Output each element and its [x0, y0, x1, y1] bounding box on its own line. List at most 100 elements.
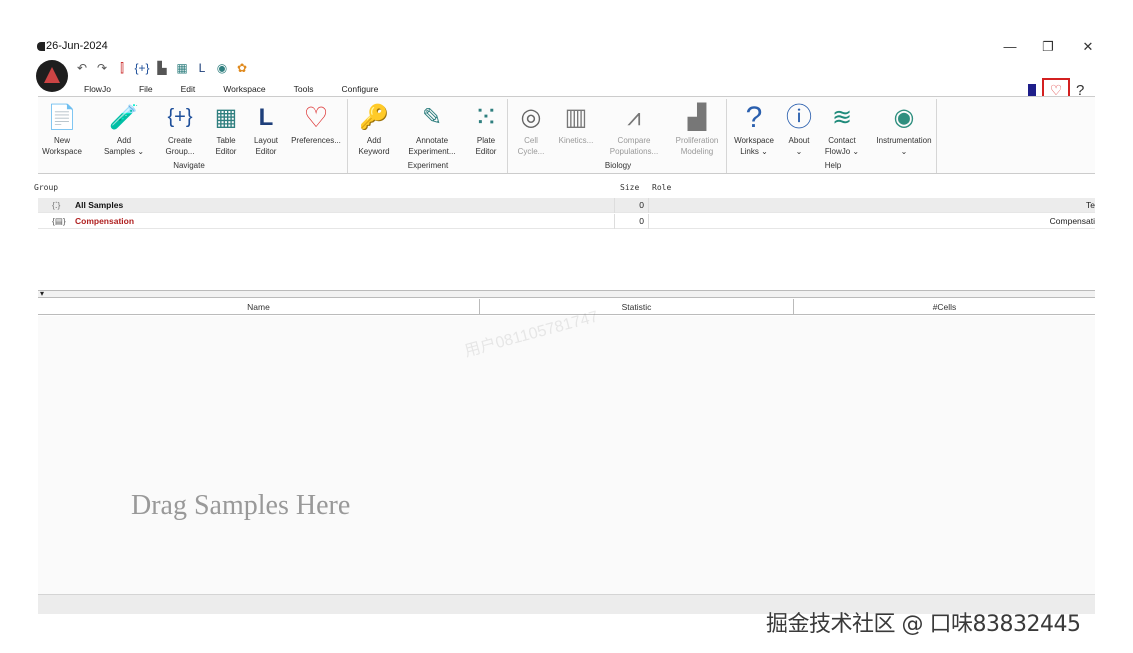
create-group-icon: {+}: [167, 105, 193, 128]
drag-samples-hint: Drag Samples Here: [131, 490, 351, 521]
key-icon: 🔑: [359, 103, 389, 131]
column-cells[interactable]: #Cells: [794, 299, 1095, 315]
undo-icon[interactable]: ↶: [74, 60, 90, 76]
group-separator: [507, 99, 508, 173]
button-label: Create: [167, 136, 192, 145]
new-workspace-button[interactable]: 📄 New Workspace: [38, 101, 86, 157]
create-group-icon[interactable]: {+}: [134, 60, 150, 76]
create-group-button[interactable]: {+} Create Group...: [158, 101, 202, 157]
pen-icon: ✎: [421, 103, 443, 131]
title-bar: 26-Jun-2024 — ❐ ✕: [0, 36, 1133, 56]
samples-table-header: Group Size Role: [34, 180, 1095, 195]
group-label-biology: Biology: [604, 161, 632, 170]
column-statistic[interactable]: Statistic: [480, 299, 794, 315]
column-role[interactable]: Role: [652, 183, 671, 192]
layout-editor-icon: L: [258, 103, 274, 131]
add-samples-icon: 🧪: [109, 103, 139, 131]
ribbon-toolbar: 📄 New Workspace 🧪 Add Samples ⌄ {+} Crea…: [38, 96, 1095, 174]
contact-icon: ≋: [831, 103, 853, 131]
button-label: ⌄: [795, 147, 803, 156]
layout-icon[interactable]: L: [194, 60, 210, 76]
button-label: Links ⌄: [740, 147, 768, 156]
question-icon: ?: [745, 100, 763, 134]
group-row-compensation[interactable]: {▤} Compensation 0 Compensati: [38, 214, 1095, 229]
new-workspace-icon: 📄: [47, 103, 77, 131]
button-label: New: [53, 136, 70, 145]
window-title: 26-Jun-2024: [46, 40, 108, 52]
redo-icon[interactable]: ↷: [94, 60, 110, 76]
menu-file[interactable]: File: [125, 82, 167, 96]
button-label: Experiment...: [408, 147, 456, 156]
group-name: Compensation: [75, 216, 135, 226]
group-label-help: Help: [824, 161, 842, 170]
minimize-button[interactable]: —: [1000, 38, 1020, 56]
layout-editor-button[interactable]: L Layout Editor: [248, 101, 284, 157]
table-editor-icon: ▦: [214, 103, 238, 131]
button-label: Workspace: [734, 136, 774, 145]
workspace-links-button[interactable]: ? Workspace Links ⌄: [730, 101, 778, 157]
group-label-experiment: Experiment: [407, 161, 449, 170]
menu-flowjo[interactable]: FlowJo: [70, 82, 125, 96]
heart-icon: ♡: [303, 101, 329, 133]
compare-populations-button[interactable]: ⩘ Compare Populations...: [604, 101, 664, 157]
proliferation-modeling-button[interactable]: ▟ Proliferation Modeling: [670, 101, 724, 157]
sample-drop-area[interactable]: Drag Samples Here: [38, 316, 1095, 594]
button-label: Contact: [828, 136, 856, 145]
button-label: Editor: [255, 147, 277, 156]
column-name[interactable]: Name: [38, 299, 480, 315]
button-label: Editor: [215, 147, 237, 156]
button-label: Instrumentation: [876, 136, 932, 145]
info-icon: ⓘ: [785, 101, 812, 132]
column-group[interactable]: Group: [34, 183, 58, 192]
group-size: 0: [614, 214, 648, 229]
instrumentation-button[interactable]: ◉ Instrumentation ⌄: [872, 101, 936, 157]
group-icon: {▤}: [52, 216, 66, 226]
button-label: Kinetics...: [558, 136, 594, 145]
table-icon[interactable]: ▦: [174, 60, 190, 76]
group-name: All Samples: [75, 200, 124, 210]
group-label-navigate: Navigate: [173, 161, 205, 170]
group-row-all-samples[interactable]: {⁚} All Samples 0 Te: [38, 198, 1095, 213]
button-label: About: [788, 136, 810, 145]
menu-bar: FlowJo File Edit Workspace Tools Configu…: [70, 82, 392, 96]
button-label: Annotate: [415, 136, 449, 145]
annotate-experiment-button[interactable]: ✎ Annotate Experiment...: [402, 101, 462, 157]
preferences-button[interactable]: ♡ Preferences...: [288, 101, 344, 146]
column-size[interactable]: Size: [620, 183, 639, 192]
add-keyword-button[interactable]: 🔑 Add Keyword: [352, 101, 396, 157]
close-button[interactable]: ✕: [1078, 38, 1098, 56]
add-samples-button[interactable]: 🧪 Add Samples ⌄: [94, 101, 154, 157]
menu-workspace[interactable]: Workspace: [209, 82, 279, 96]
group-size: 0: [614, 198, 648, 213]
target-icon[interactable]: ◉: [214, 60, 230, 76]
histogram-icon[interactable]: ▙: [154, 60, 170, 76]
bookmark-icon[interactable]: [1028, 83, 1036, 97]
button-label: FlowJo ⌄: [824, 147, 860, 156]
table-editor-button[interactable]: ▦ Table Editor: [208, 101, 244, 157]
button-label: Cycle...: [517, 147, 545, 156]
proliferation-icon: ▟: [687, 103, 707, 131]
pane-splitter[interactable]: ▾: [38, 289, 1095, 298]
gear-icon[interactable]: ✿: [234, 60, 250, 76]
menu-configure[interactable]: Configure: [328, 82, 393, 96]
add-samples-icon[interactable]: ⫿: [114, 60, 130, 76]
button-label: Keyword: [358, 147, 390, 156]
gauge-icon: ◉: [893, 103, 915, 131]
about-button[interactable]: ⓘ About ⌄: [782, 101, 816, 157]
menu-edit[interactable]: Edit: [167, 82, 210, 96]
cell-cycle-button[interactable]: ◎ Cell Cycle...: [514, 101, 548, 157]
flowjo-logo[interactable]: [36, 60, 68, 92]
button-label: Preferences...: [291, 136, 341, 145]
button-label: Workspace: [42, 147, 82, 156]
group-separator: [936, 99, 937, 173]
plate-editor-button[interactable]: ⁙ Plate Editor: [468, 101, 504, 157]
menu-tools[interactable]: Tools: [280, 82, 328, 96]
button-label: Populations...: [609, 147, 659, 156]
collapse-arrow-icon[interactable]: ▾: [40, 289, 44, 298]
contact-flowjo-button[interactable]: ≋ Contact FlowJo ⌄: [820, 101, 864, 157]
restore-button[interactable]: ❐: [1038, 38, 1058, 56]
group-role: Compensati: [648, 214, 1095, 229]
button-label: ⌄: [900, 147, 908, 156]
kinetics-button[interactable]: ▥ Kinetics...: [554, 101, 598, 146]
site-watermark: 掘金技术社区 @ 口味83832445: [766, 612, 1081, 637]
